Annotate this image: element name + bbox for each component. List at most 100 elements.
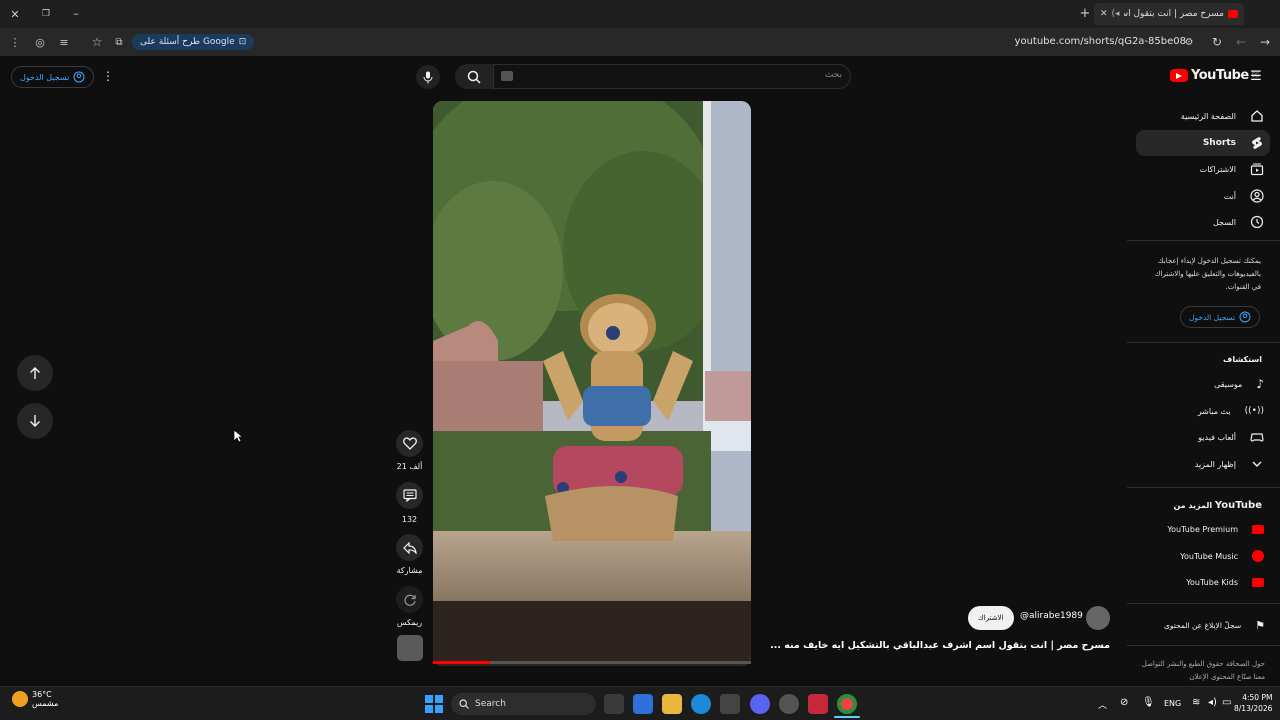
sidebar-item-live[interactable]: بث مباشر ((•)) — [1136, 398, 1270, 424]
sidebar-item-music-app[interactable]: YouTube Music — [1136, 543, 1270, 569]
volume-icon[interactable]: ◂) — [1208, 697, 1217, 708]
sidebar-item-shorts[interactable]: Shorts — [1136, 130, 1270, 156]
install-app-icon[interactable]: ⧉ — [112, 35, 126, 49]
sound-thumbnail[interactable] — [397, 635, 423, 661]
explore-heading: استكشاف — [1223, 355, 1262, 364]
sidebar-item-gaming[interactable]: ألعاب فيديو — [1136, 424, 1270, 450]
battery-icon[interactable]: ▭ — [1222, 697, 1231, 708]
search-button[interactable] — [455, 64, 493, 89]
sidebar-item-subscriptions[interactable]: الاشتراكات — [1136, 156, 1270, 182]
task-view-icon[interactable] — [604, 694, 624, 714]
progress-fill — [433, 661, 491, 664]
short-title[interactable]: مسرح مصر | انت بتقول اسم اشرف عبدالباقي … — [770, 640, 1110, 651]
mic-tray-icon[interactable]: 🎙 — [1142, 697, 1155, 708]
footer-links[interactable]: حول الصحافة حقوق الطبع والنشر التواصل مع… — [1140, 658, 1265, 684]
input-language[interactable]: ENG — [1164, 699, 1181, 708]
youtube-logo[interactable]: YouTube EG — [1170, 68, 1260, 83]
search-input[interactable] — [493, 64, 851, 89]
sidebar-item-kids[interactable]: YouTube Kids — [1136, 569, 1270, 595]
reload-icon[interactable]: ↻ — [1210, 35, 1224, 49]
channel-handle[interactable]: @alirabe1989 — [1020, 611, 1083, 621]
like-count: 21 ألف — [396, 462, 423, 471]
share-label: مشاركة — [396, 566, 423, 575]
logo-text: YouTube — [1191, 68, 1249, 83]
hamburger-menu-icon[interactable]: ☰ — [1249, 69, 1263, 84]
next-short-button[interactable] — [17, 403, 53, 439]
tab-audio-icon[interactable]: ◂) — [1112, 9, 1120, 19]
settings-dots-icon[interactable]: ⋮ — [102, 69, 114, 83]
sidebar-item-music[interactable]: موسيقى ♪ — [1136, 371, 1270, 397]
previous-short-button[interactable] — [17, 355, 53, 391]
bookmark-star-icon[interactable]: ☆ — [90, 35, 104, 49]
discord-icon[interactable] — [750, 694, 770, 714]
sidebar-item-label: ألعاب فيديو — [1198, 432, 1236, 442]
site-settings-icon[interactable]: ⚙ — [1182, 35, 1196, 49]
sign-in-button[interactable]: تسجيل الدخول — [11, 66, 95, 88]
system-clock[interactable]: 4:50 PM 8/13/2026 — [1234, 692, 1272, 714]
remix-icon — [404, 594, 416, 606]
tab-close-icon[interactable]: ✕ — [1100, 9, 1108, 19]
weather-widget[interactable]: 36°C مشمس — [12, 690, 58, 708]
sidebar-item-label: بث مباشر — [1197, 406, 1231, 416]
wifi-icon[interactable]: ≋ — [1192, 697, 1200, 708]
active-app-indicator — [834, 716, 860, 718]
channel-avatar[interactable] — [1086, 606, 1110, 630]
sidebar-item-label: أنت — [1223, 191, 1236, 201]
sidebar-divider — [1127, 240, 1280, 241]
edge-icon[interactable] — [691, 694, 711, 714]
tray-chevron-icon[interactable]: ︿ — [1098, 698, 1107, 711]
app-icon[interactable] — [779, 694, 799, 714]
store-icon[interactable] — [720, 694, 740, 714]
restore-icon[interactable]: ❐ — [39, 7, 53, 21]
sidebar-show-more[interactable]: إظهار المزيد — [1136, 451, 1270, 477]
subscribe-button[interactable]: الاشتراك — [968, 606, 1014, 630]
voice-search-button[interactable] — [416, 65, 440, 89]
sidebar-item-label: السجل — [1212, 217, 1236, 227]
sidebar-item-premium[interactable]: YouTube Premium — [1136, 516, 1270, 542]
you-icon — [1250, 189, 1264, 203]
sidebar-sign-in-button[interactable]: تسجيل الدخول — [1180, 306, 1261, 328]
mic-icon — [423, 71, 433, 83]
new-tab-icon[interactable]: + — [1078, 6, 1092, 21]
file-explorer-icon[interactable] — [662, 694, 682, 714]
weather-condition: مشمس — [32, 699, 59, 708]
weather-temp: 36°C — [32, 690, 52, 699]
network-off-icon[interactable]: ⊘ — [1120, 697, 1128, 708]
sidebar-item-you[interactable]: أنت — [1136, 183, 1270, 209]
keyboard-icon[interactable] — [501, 71, 513, 81]
short-video-player[interactable] — [433, 101, 751, 666]
sidebar-item-label: الصفحة الرئيسية — [1180, 111, 1236, 121]
sidebar-divider — [1127, 645, 1280, 646]
widgets-icon[interactable] — [633, 694, 653, 714]
shorts-icon — [1252, 137, 1262, 149]
share-button[interactable] — [396, 534, 423, 561]
more-from-youtube-heading: المزيد من YouTube — [1173, 500, 1262, 511]
windows-start-icon[interactable] — [425, 695, 443, 713]
url-text[interactable]: youtube.com/shorts/qG2a-85be08 — [1015, 36, 1186, 47]
remix-button[interactable] — [396, 586, 423, 613]
share-icon — [402, 541, 417, 554]
sidebar-item-history[interactable]: السجل — [1136, 209, 1270, 235]
mouse-cursor — [233, 428, 244, 447]
menu-dots-icon[interactable]: ⋮ — [10, 35, 21, 49]
profile-icon[interactable]: ◎ — [33, 35, 47, 49]
taskbar-search[interactable]: Search — [451, 693, 596, 715]
report-history-link[interactable]: سجلّ الإبلاغ عن المحتوى ⚑ — [1150, 614, 1265, 636]
forward-icon[interactable]: ← — [1234, 35, 1248, 49]
sidebar-item-label: Shorts — [1202, 138, 1236, 148]
google-lens-chip[interactable]: طرح أسئلة على Google ⊡ — [132, 34, 255, 50]
sidebar-divider — [1127, 342, 1280, 343]
sidebar-item-home[interactable]: الصفحة الرئيسية — [1136, 103, 1270, 129]
chrome-icon[interactable] — [837, 694, 857, 714]
flag-icon: ⚑ — [1255, 618, 1265, 632]
account-icon — [73, 71, 85, 83]
back-icon[interactable]: → — [1258, 35, 1272, 49]
pdf-app-icon[interactable] — [808, 694, 828, 714]
reading-list-icon[interactable]: ≡ — [57, 35, 71, 49]
close-window-icon[interactable]: ✕ — [8, 7, 22, 21]
video-progress-bar[interactable] — [433, 661, 751, 664]
browser-tab[interactable]: مسرح مصر | انت بتقول اسم ◂) ✕ — [1094, 3, 1244, 25]
minimize-icon[interactable]: – — [69, 6, 83, 20]
like-button[interactable] — [396, 430, 423, 457]
comments-button[interactable] — [396, 482, 423, 509]
